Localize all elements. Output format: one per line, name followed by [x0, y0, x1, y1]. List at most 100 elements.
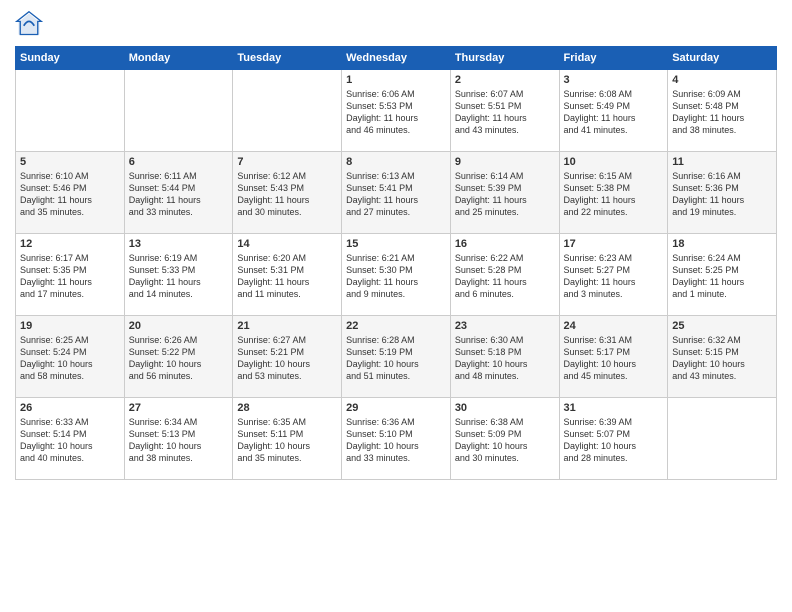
- day-number: 15: [346, 238, 446, 250]
- cell-line: Sunset: 5:11 PM: [237, 428, 337, 440]
- day-number: 25: [672, 320, 772, 332]
- cell-line: Daylight: 10 hours: [455, 358, 555, 370]
- day-number: 2: [455, 74, 555, 86]
- week-row-4: 26Sunrise: 6:33 AMSunset: 5:14 PMDayligh…: [16, 398, 777, 480]
- cell-line: Sunset: 5:39 PM: [455, 182, 555, 194]
- day-number: 19: [20, 320, 120, 332]
- cell-line: Sunrise: 6:38 AM: [455, 416, 555, 428]
- cell-line: and 35 minutes.: [237, 452, 337, 464]
- cell-line: Daylight: 10 hours: [20, 358, 120, 370]
- cell-line: Sunset: 5:25 PM: [672, 264, 772, 276]
- cell-line: Sunrise: 6:30 AM: [455, 334, 555, 346]
- header-day-tuesday: Tuesday: [233, 47, 342, 70]
- cell-line: Daylight: 11 hours: [564, 276, 664, 288]
- cell-line: Sunrise: 6:14 AM: [455, 170, 555, 182]
- calendar-cell: 29Sunrise: 6:36 AMSunset: 5:10 PMDayligh…: [342, 398, 451, 480]
- cell-line: and 56 minutes.: [129, 370, 229, 382]
- cell-line: and 14 minutes.: [129, 288, 229, 300]
- cell-line: Sunset: 5:36 PM: [672, 182, 772, 194]
- calendar-cell: 20Sunrise: 6:26 AMSunset: 5:22 PMDayligh…: [124, 316, 233, 398]
- cell-line: Daylight: 11 hours: [672, 276, 772, 288]
- cell-line: Sunrise: 6:23 AM: [564, 252, 664, 264]
- cell-line: Daylight: 10 hours: [564, 358, 664, 370]
- day-number: 13: [129, 238, 229, 250]
- header: [15, 10, 777, 38]
- header-day-saturday: Saturday: [668, 47, 777, 70]
- day-number: 27: [129, 402, 229, 414]
- cell-line: Sunrise: 6:21 AM: [346, 252, 446, 264]
- week-row-1: 5Sunrise: 6:10 AMSunset: 5:46 PMDaylight…: [16, 152, 777, 234]
- cell-line: Daylight: 10 hours: [237, 440, 337, 452]
- calendar-cell: 5Sunrise: 6:10 AMSunset: 5:46 PMDaylight…: [16, 152, 125, 234]
- calendar-cell: 23Sunrise: 6:30 AMSunset: 5:18 PMDayligh…: [450, 316, 559, 398]
- cell-line: and 1 minute.: [672, 288, 772, 300]
- cell-line: Daylight: 11 hours: [564, 194, 664, 206]
- day-number: 21: [237, 320, 337, 332]
- calendar-cell: 24Sunrise: 6:31 AMSunset: 5:17 PMDayligh…: [559, 316, 668, 398]
- cell-line: Sunrise: 6:15 AM: [564, 170, 664, 182]
- day-number: 1: [346, 74, 446, 86]
- day-number: 31: [564, 402, 664, 414]
- cell-line: and 19 minutes.: [672, 206, 772, 218]
- cell-line: Sunset: 5:31 PM: [237, 264, 337, 276]
- calendar-cell: [124, 70, 233, 152]
- cell-line: Daylight: 10 hours: [237, 358, 337, 370]
- day-number: 22: [346, 320, 446, 332]
- header-day-thursday: Thursday: [450, 47, 559, 70]
- cell-line: and 33 minutes.: [346, 452, 446, 464]
- cell-line: Daylight: 11 hours: [564, 112, 664, 124]
- cell-line: Daylight: 11 hours: [20, 276, 120, 288]
- cell-line: Sunrise: 6:31 AM: [564, 334, 664, 346]
- cell-line: Sunset: 5:14 PM: [20, 428, 120, 440]
- header-day-monday: Monday: [124, 47, 233, 70]
- cell-line: Sunset: 5:21 PM: [237, 346, 337, 358]
- cell-line: Sunrise: 6:35 AM: [237, 416, 337, 428]
- cell-line: Daylight: 10 hours: [564, 440, 664, 452]
- cell-line: Daylight: 11 hours: [455, 276, 555, 288]
- day-number: 18: [672, 238, 772, 250]
- cell-line: Sunrise: 6:07 AM: [455, 88, 555, 100]
- cell-line: and 22 minutes.: [564, 206, 664, 218]
- day-number: 30: [455, 402, 555, 414]
- cell-line: Sunrise: 6:27 AM: [237, 334, 337, 346]
- cell-line: and 43 minutes.: [672, 370, 772, 382]
- cell-line: and 46 minutes.: [346, 124, 446, 136]
- day-number: 5: [20, 156, 120, 168]
- calendar-cell: 25Sunrise: 6:32 AMSunset: 5:15 PMDayligh…: [668, 316, 777, 398]
- header-day-friday: Friday: [559, 47, 668, 70]
- calendar-cell: 12Sunrise: 6:17 AMSunset: 5:35 PMDayligh…: [16, 234, 125, 316]
- cell-line: Daylight: 11 hours: [129, 194, 229, 206]
- cell-line: Sunrise: 6:22 AM: [455, 252, 555, 264]
- day-number: 4: [672, 74, 772, 86]
- day-number: 16: [455, 238, 555, 250]
- calendar-cell: 10Sunrise: 6:15 AMSunset: 5:38 PMDayligh…: [559, 152, 668, 234]
- calendar-cell: 11Sunrise: 6:16 AMSunset: 5:36 PMDayligh…: [668, 152, 777, 234]
- cell-line: Daylight: 11 hours: [346, 112, 446, 124]
- cell-line: Daylight: 10 hours: [346, 440, 446, 452]
- cell-line: Sunrise: 6:09 AM: [672, 88, 772, 100]
- header-day-sunday: Sunday: [16, 47, 125, 70]
- cell-line: and 11 minutes.: [237, 288, 337, 300]
- day-number: 10: [564, 156, 664, 168]
- calendar-cell: [233, 70, 342, 152]
- calendar-cell: 14Sunrise: 6:20 AMSunset: 5:31 PMDayligh…: [233, 234, 342, 316]
- calendar-cell: 8Sunrise: 6:13 AMSunset: 5:41 PMDaylight…: [342, 152, 451, 234]
- cell-line: and 43 minutes.: [455, 124, 555, 136]
- day-number: 17: [564, 238, 664, 250]
- cell-line: Sunset: 5:15 PM: [672, 346, 772, 358]
- cell-line: Sunset: 5:48 PM: [672, 100, 772, 112]
- cell-line: Sunrise: 6:13 AM: [346, 170, 446, 182]
- cell-line: Daylight: 10 hours: [129, 358, 229, 370]
- cell-line: and 33 minutes.: [129, 206, 229, 218]
- cell-line: Sunset: 5:53 PM: [346, 100, 446, 112]
- week-row-2: 12Sunrise: 6:17 AMSunset: 5:35 PMDayligh…: [16, 234, 777, 316]
- calendar-cell: 15Sunrise: 6:21 AMSunset: 5:30 PMDayligh…: [342, 234, 451, 316]
- calendar-cell: 21 Sunrise: 6:27 AMSunset: 5:21 PMDayligh…: [233, 316, 342, 398]
- cell-line: and 3 minutes.: [564, 288, 664, 300]
- cell-line: Sunset: 5:07 PM: [564, 428, 664, 440]
- day-number: 26: [20, 402, 120, 414]
- cell-line: Sunset: 5:09 PM: [455, 428, 555, 440]
- cell-line: Daylight: 11 hours: [672, 194, 772, 206]
- day-number: 23: [455, 320, 555, 332]
- week-row-3: 19Sunrise: 6:25 AMSunset: 5:24 PMDayligh…: [16, 316, 777, 398]
